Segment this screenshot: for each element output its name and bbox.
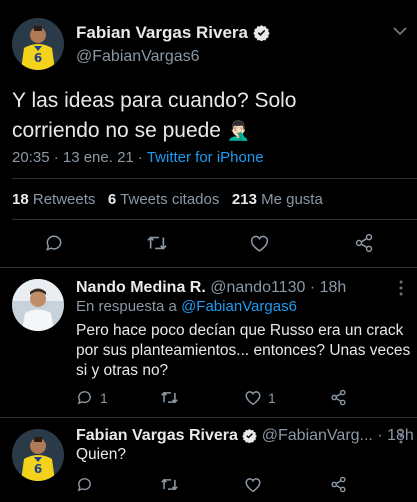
tweet-text: Y las ideas para cuando? Solo corriendo … <box>12 86 412 147</box>
tweet-timestamp: 20:35 · 13 ene. 21 · <box>12 149 147 166</box>
quotes-label: Tweets citados <box>120 191 220 208</box>
retweets-stat[interactable]: 18 Retweets <box>12 191 95 208</box>
likes-count: 213 <box>231 191 257 208</box>
reply-1-replying-handle[interactable]: @FabianVargas6 <box>181 298 297 315</box>
reply-2-share-icon[interactable] <box>330 476 347 493</box>
reply-1-like-icon[interactable] <box>244 389 262 406</box>
retweets-label: Retweets <box>32 191 96 208</box>
quotes-count: 6 <box>107 191 117 208</box>
reply-1-avatar[interactable] <box>12 279 64 331</box>
reply-1-replying-to: En respuesta a @FabianVargas6 <box>76 298 297 315</box>
tweet-stats: 18 Retweets 6 Tweets citados 213 Me gust… <box>12 191 323 208</box>
tweet-text-line-2: corriendo no se puede 🤦🏻‍♂️ <box>12 116 412 147</box>
reply-1-text-line-2: por sus planteamientos... entonces? Unas… <box>76 342 411 359</box>
facepalm-emoji: 🤦🏻‍♂️ <box>226 121 251 142</box>
author-avatar[interactable]: 6 <box>12 18 64 70</box>
retweets-count: 18 <box>12 191 29 208</box>
reply-2-text: Quien? <box>76 446 126 463</box>
verified-badge-icon <box>253 24 270 41</box>
reply-2-retweet-icon[interactable] <box>160 476 179 493</box>
divider-meta <box>12 178 417 179</box>
likes-stat[interactable]: 213 Me gusta <box>232 191 323 208</box>
reply-2-author-name[interactable]: Fabian Vargas Rivera <box>76 427 238 444</box>
reply-2-reply-icon[interactable] <box>76 476 93 493</box>
reply-1-share-icon[interactable] <box>330 389 347 406</box>
reply-1-text-line-1: Pero hace poco decían que Russo era un c… <box>76 322 404 339</box>
author-handle[interactable]: @FabianVargas6 <box>76 48 200 66</box>
retweet-icon[interactable] <box>146 233 168 253</box>
chevron-down-icon[interactable] <box>393 26 407 36</box>
reply-2-header: Fabian Vargas Rivera @FabianVarg... · 18… <box>76 427 414 445</box>
reply-1-reply-icon[interactable] <box>76 389 93 406</box>
reply-1-text: Pero hace poco decían que Russo era un c… <box>76 321 416 381</box>
reply-2-more-icon[interactable] <box>398 427 404 445</box>
reply-1-header: Nando Medina R. @nando1130 · 18h <box>76 279 346 297</box>
reply-1-retweet-icon[interactable] <box>160 389 179 406</box>
reply-1-author-name[interactable]: Nando Medina R. <box>76 279 206 296</box>
reply-1-text-line-3: si y otras no? <box>76 362 169 379</box>
reply-1-reply-count: 1 <box>100 390 108 406</box>
divider-main <box>0 267 417 268</box>
reply-2-handle[interactable]: @FabianVarg... <box>262 427 373 444</box>
reply-1-time: · 18h <box>309 279 347 296</box>
reply-1-replying-prefix: En respuesta a <box>76 298 182 315</box>
reply-2-verified-badge-icon <box>242 428 258 444</box>
reply-2-like-icon[interactable] <box>244 476 262 493</box>
share-icon[interactable] <box>354 233 374 253</box>
quotes-stat[interactable]: 6 Tweets citados <box>108 191 219 208</box>
likes-label: Me gusta <box>261 191 323 208</box>
svg-text:6: 6 <box>34 51 42 65</box>
divider-stats <box>12 219 417 220</box>
tweet-meta: 20:35 · 13 ene. 21 · Twitter for iPhone <box>12 149 264 166</box>
tweet-source-link[interactable]: Twitter for iPhone <box>147 149 264 166</box>
svg-text:6: 6 <box>34 462 42 476</box>
author-name[interactable]: Fabian Vargas Rivera <box>76 23 248 43</box>
reply-1-like-count: 1 <box>268 390 276 406</box>
reply-2-avatar[interactable]: 6 <box>12 429 64 481</box>
tweet-text-line-1: Y las ideas para cuando? Solo <box>12 89 297 112</box>
reply-1-more-icon[interactable] <box>398 279 404 297</box>
tweet-text-line-2-text: corriendo no se puede <box>12 119 221 142</box>
divider-reply-1 <box>0 417 417 418</box>
reply-2-time: · 18h <box>377 427 414 444</box>
reply-icon[interactable] <box>44 233 64 253</box>
like-icon[interactable] <box>249 233 270 253</box>
reply-1-handle[interactable]: @nando1130 <box>210 279 305 296</box>
